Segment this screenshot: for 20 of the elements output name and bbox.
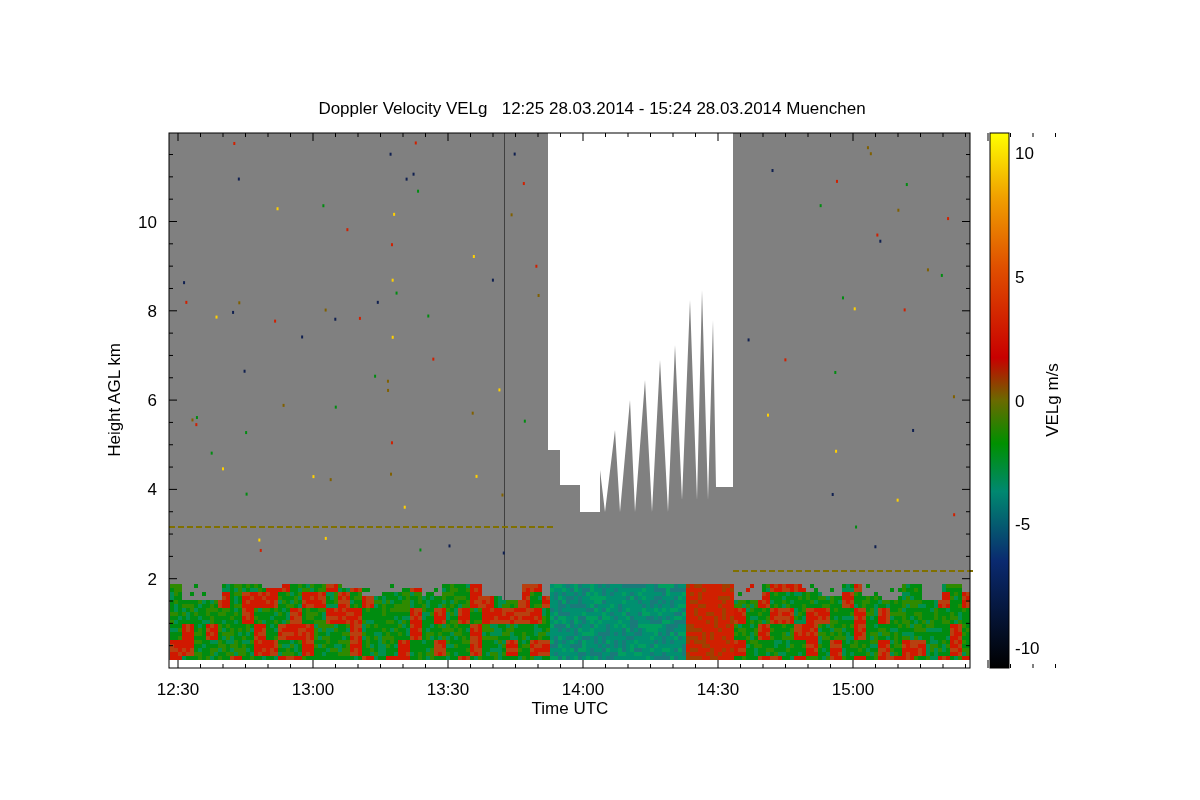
tick-label: 10 (138, 212, 157, 232)
tick-label: 15:00 (831, 680, 875, 699)
colorbar-label: VELg m/s (1043, 363, 1062, 437)
tick-label: 12:30 (156, 680, 200, 699)
tick-label: 6 (147, 391, 157, 411)
x-axis-label: Time UTC (531, 699, 609, 718)
tick-label: 14:00 (561, 680, 605, 699)
tick-label: 10 (1015, 144, 1034, 163)
tick-label: 13:00 (291, 680, 335, 699)
tick-label: 0 (1015, 391, 1025, 411)
tick-label: -5 (1015, 515, 1031, 535)
tick-label: 4 (147, 480, 157, 500)
tick-label: 13:30 (426, 680, 470, 699)
tick-label: 2 (147, 569, 157, 589)
tick-label: 5 (1015, 267, 1025, 287)
chart-title: Doppler Velocity VELg 12:25 28.03.2014 - 15:24 28.03.2014 Muenchen (318, 99, 866, 118)
tick-label: -10 (1015, 639, 1040, 658)
y-axis-label: Height AGL km (105, 343, 124, 457)
tick-label: 14:30 (696, 680, 740, 699)
tick-label: 8 (147, 301, 157, 321)
